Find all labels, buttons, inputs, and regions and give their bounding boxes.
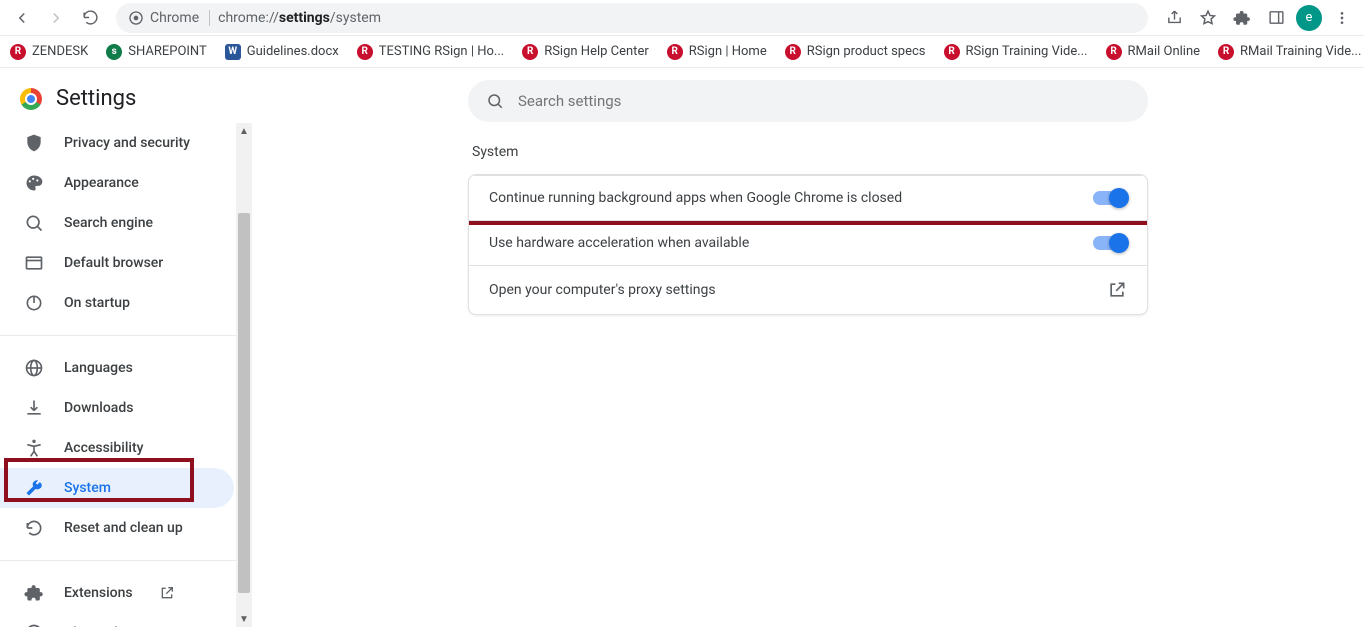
favicon: R — [10, 44, 26, 60]
bookmark-item[interactable]: RRSign product specs — [785, 44, 926, 60]
settings-card: Continue running background apps when Go… — [468, 174, 1148, 315]
sidebar-item-label: On startup — [64, 295, 130, 311]
bookmark-item[interactable]: sSHAREPOINT — [106, 44, 207, 60]
browser-toolbar: Chrome chrome://settings/system e — [0, 0, 1364, 36]
favicon: R — [667, 44, 683, 60]
sidebar-item-label: Reset and clean up — [64, 520, 183, 536]
section-title: System — [472, 144, 1148, 160]
side-panel-button[interactable] — [1262, 4, 1290, 32]
sidebar-item-label: Privacy and security — [64, 135, 190, 151]
external-link-icon — [1107, 280, 1127, 300]
sidebar-item-on-startup[interactable]: On startup — [0, 283, 234, 323]
bookmark-item[interactable]: RRSign Training Vide... — [944, 44, 1088, 60]
bookmark-item[interactable]: RRMail Training Vide... — [1218, 44, 1361, 60]
favicon: W — [225, 44, 241, 60]
toggle-switch[interactable] — [1093, 236, 1127, 250]
external-link-icon — [159, 585, 175, 601]
chrome-logo-icon — [20, 88, 42, 110]
shield-icon — [24, 133, 44, 153]
bookmark-item[interactable]: RRSign Help Center — [522, 44, 649, 60]
scroll-up-icon[interactable]: ▲ — [236, 123, 252, 139]
sidebar-item-accessibility[interactable]: Accessibility — [0, 428, 234, 468]
sidebar-item-search-engine[interactable]: Search engine — [0, 203, 234, 243]
address-bar[interactable]: Chrome chrome://settings/system — [116, 3, 1148, 33]
sidebar-item-label: Default browser — [64, 255, 163, 271]
chrome-icon — [24, 623, 44, 627]
bookmark-item[interactable]: WGuidelines.docx — [225, 44, 339, 60]
row-label: Continue running background apps when Go… — [489, 190, 902, 206]
sidebar-item-label: Search engine — [64, 215, 153, 231]
settings-row: Use hardware acceleration when available — [469, 220, 1147, 265]
share-button[interactable] — [1160, 4, 1188, 32]
bookmarks-bar: RZENDESK sSHAREPOINT WGuidelines.docx RTEST… — [0, 36, 1364, 68]
sidebar-item-languages[interactable]: Languages — [0, 348, 234, 388]
omnibox-chip-label: Chrome — [150, 10, 199, 26]
reset-icon — [24, 518, 44, 538]
sidebar-item-default-browser[interactable]: Default browser — [0, 243, 234, 283]
sidebar-item-about-chrome[interactable]: About Chrome — [0, 613, 234, 627]
row-label: Use hardware acceleration when available — [489, 235, 749, 251]
sidebar-item-label: Accessibility — [64, 440, 143, 456]
search-icon — [24, 213, 44, 233]
sidebar-scrollbar[interactable]: ▲ ▼ — [236, 123, 252, 627]
scroll-down-icon[interactable]: ▼ — [236, 611, 252, 627]
scrollbar-thumb[interactable] — [238, 213, 250, 593]
settings-main: System Continue running background apps … — [252, 68, 1364, 627]
accessibility-icon — [24, 438, 44, 458]
favicon: R — [944, 44, 960, 60]
bookmark-item[interactable]: RRSign | Home — [667, 44, 767, 60]
sidebar-item-extensions[interactable]: Extensions — [0, 573, 234, 613]
sidebar-item-privacy-and-security[interactable]: Privacy and security — [0, 123, 234, 163]
row-label: Open your computer's proxy settings — [489, 282, 716, 298]
sidebar-item-label: Languages — [64, 360, 133, 376]
sidebar-item-label: System — [64, 480, 111, 496]
extensions-button[interactable] — [1228, 4, 1256, 32]
omnibox-url: chrome://settings/system — [218, 10, 381, 26]
globe-icon — [24, 358, 44, 378]
menu-button[interactable] — [1328, 4, 1356, 32]
page-title: Settings — [56, 86, 136, 111]
bookmark-item[interactable]: RRMail Online — [1106, 44, 1201, 60]
palette-icon — [24, 173, 44, 193]
sidebar-item-label: Appearance — [64, 175, 139, 191]
favicon: R — [522, 44, 538, 60]
sidebar-item-reset-and-clean-up[interactable]: Reset and clean up — [0, 508, 234, 548]
forward-button[interactable] — [42, 4, 70, 32]
sidebar-item-label: Downloads — [64, 400, 133, 416]
download-icon — [24, 398, 44, 418]
toggle-switch[interactable] — [1093, 191, 1127, 205]
sidebar-item-appearance[interactable]: Appearance — [0, 163, 234, 203]
search-icon — [486, 92, 504, 110]
power-icon — [24, 293, 44, 313]
settings-sidebar: Settings Privacy and security Appearance S… — [0, 68, 252, 627]
settings-search[interactable] — [468, 80, 1148, 122]
reload-button[interactable] — [76, 4, 104, 32]
browser-icon — [24, 253, 44, 273]
favicon: R — [1106, 44, 1122, 60]
favicon: R — [357, 44, 373, 60]
favicon: s — [106, 44, 122, 60]
back-button[interactable] — [8, 4, 36, 32]
bookmark-star-button[interactable] — [1194, 4, 1222, 32]
settings-row[interactable]: Open your computer's proxy settings — [469, 265, 1147, 314]
profile-avatar[interactable]: e — [1296, 5, 1322, 31]
bookmark-item[interactable]: RTESTING RSign | Ho... — [357, 44, 504, 60]
wrench-icon — [24, 478, 44, 498]
sidebar-item-downloads[interactable]: Downloads — [0, 388, 234, 428]
sidebar-item-system[interactable]: System — [0, 468, 234, 508]
settings-row: Continue running background apps when Go… — [469, 175, 1147, 220]
chrome-page-icon — [128, 10, 144, 26]
favicon: R — [1218, 44, 1234, 60]
sidebar-item-label: Extensions — [64, 585, 133, 601]
favicon: R — [785, 44, 801, 60]
bookmark-item[interactable]: RZENDESK — [10, 44, 88, 60]
settings-search-input[interactable] — [518, 92, 1130, 110]
extension-icon — [24, 583, 44, 603]
